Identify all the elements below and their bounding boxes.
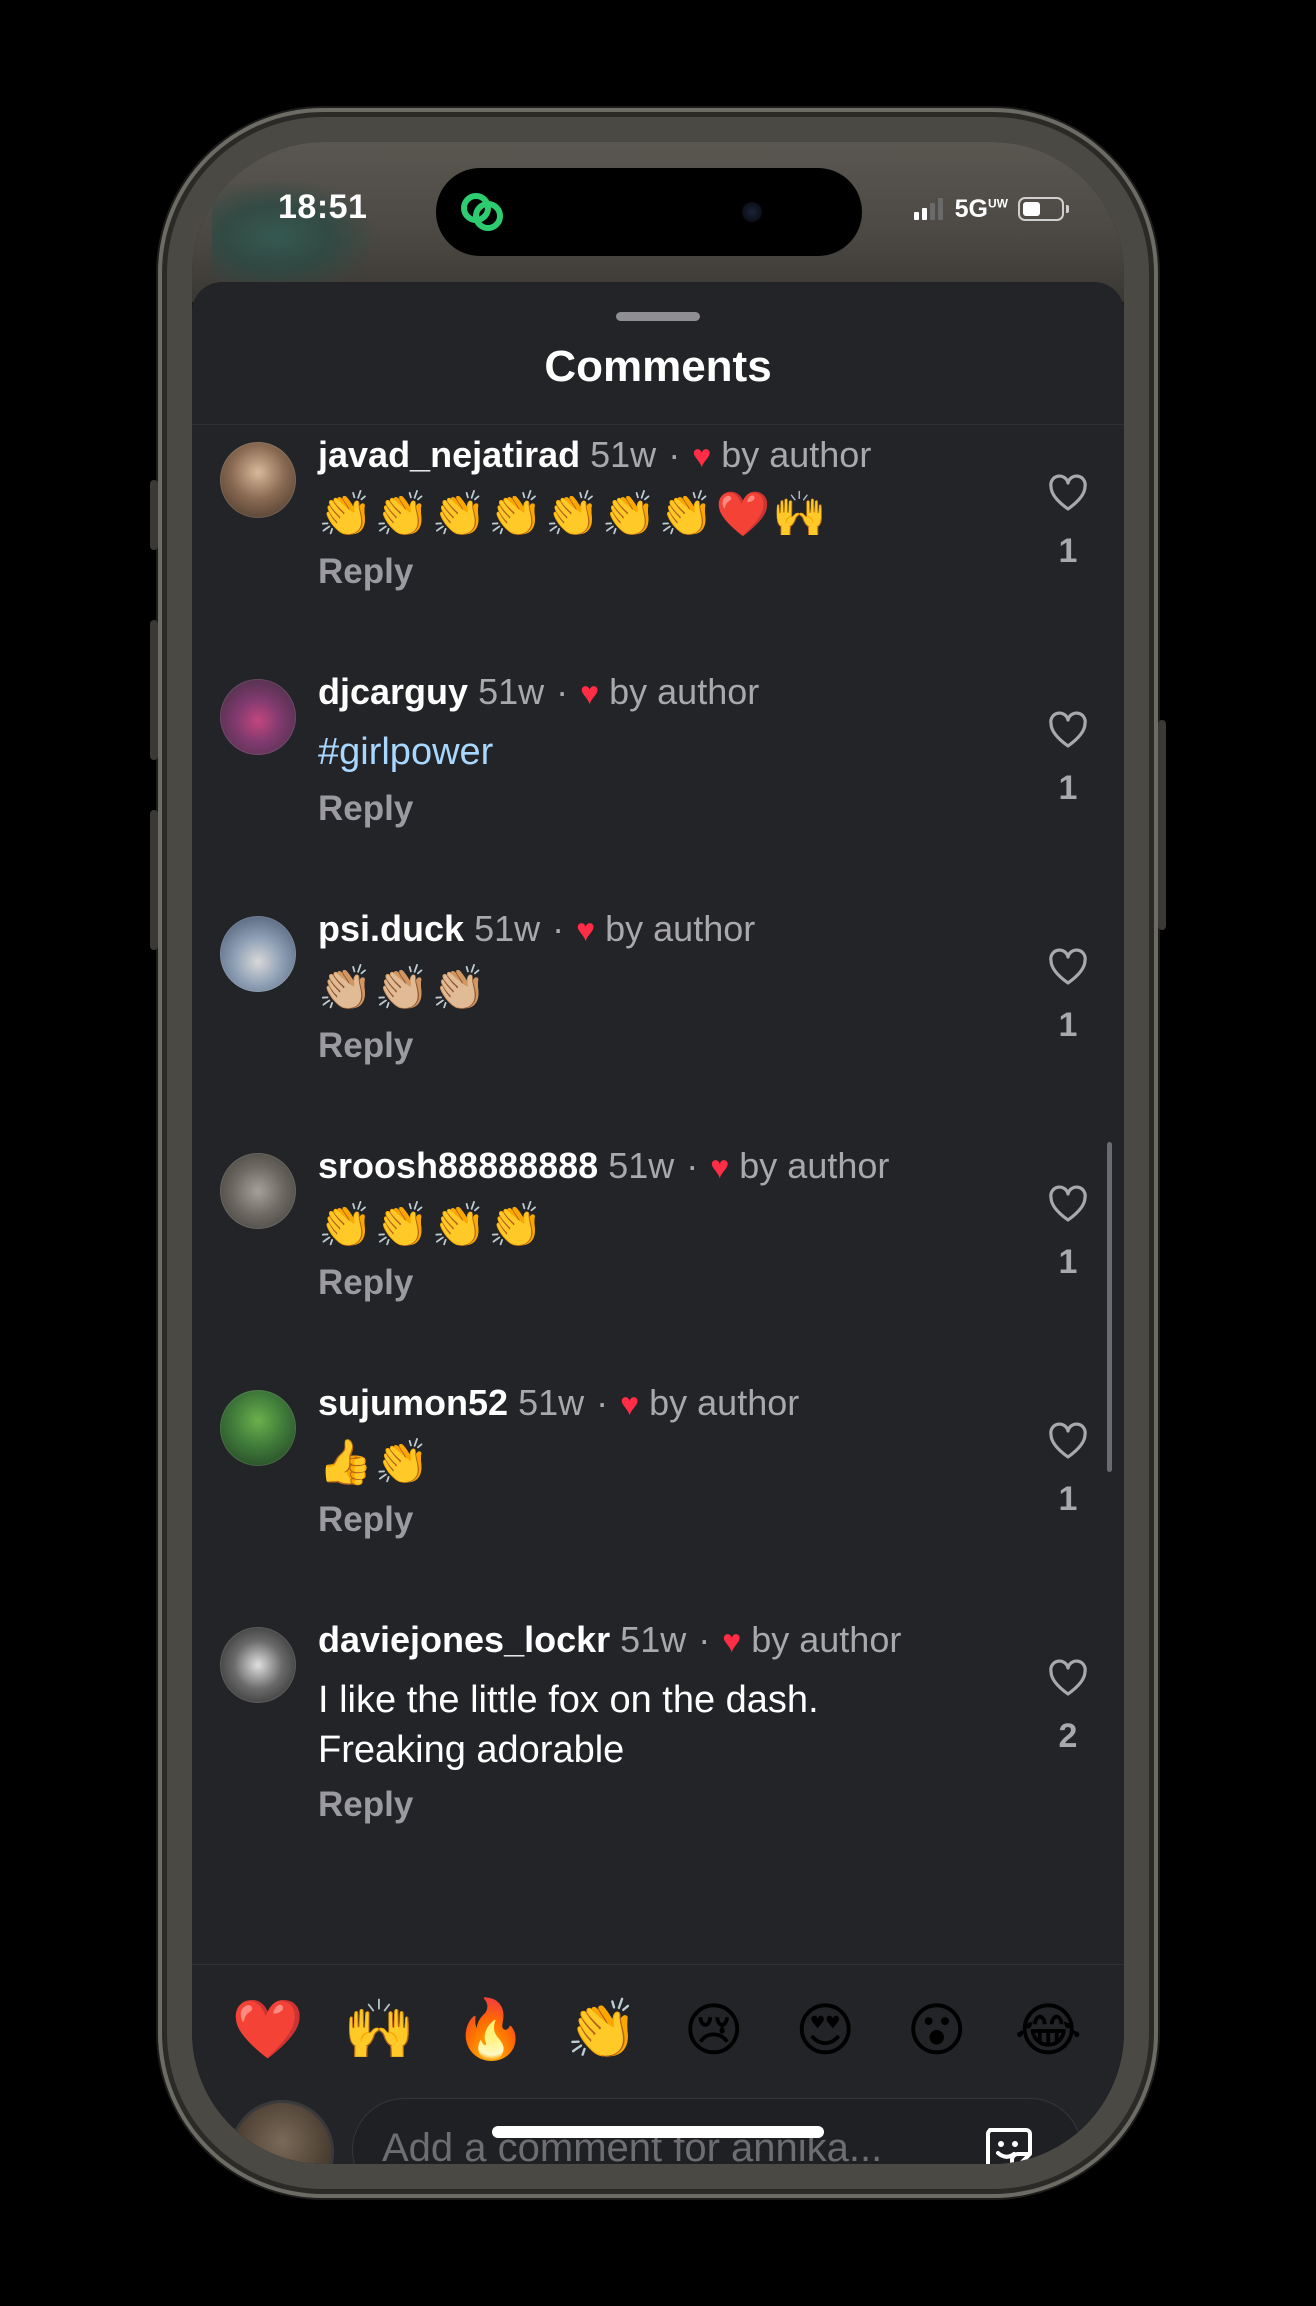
quick-reactions-bar: ❤️ 🙌 🔥 👏 😢 😍 😮 😂 (192, 1964, 1124, 2094)
quick-reaction-button[interactable]: 👏 (557, 1996, 647, 2064)
home-indicator[interactable] (492, 2126, 824, 2138)
commenter-avatar[interactable] (220, 1627, 296, 1703)
author-like-label: by author (721, 434, 872, 475)
quick-reaction-button[interactable]: 🙌 (334, 1996, 424, 2064)
comment-text: I like the little fox on the dash. Freak… (318, 1679, 819, 1771)
side-button-action (150, 480, 158, 550)
reply-button[interactable]: Reply (318, 1263, 413, 1303)
side-button-volume-up (150, 620, 158, 760)
comment-header: sujumon52 51w · ♥ by author (318, 1382, 800, 1423)
scrollbar[interactable] (1107, 1142, 1112, 1472)
heart-outline-icon[interactable] (1046, 709, 1090, 753)
like-count: 1 (1058, 532, 1078, 570)
like-count: 1 (1058, 1006, 1078, 1044)
heart-outline-icon[interactable] (1046, 1657, 1090, 1701)
author-heart-icon: ♥ (620, 1386, 640, 1422)
signal-icon (913, 198, 943, 220)
comment-header: djcarguy 51w · ♥ by author (318, 671, 760, 712)
title-divider (192, 424, 1124, 425)
author-heart-icon: ♥ (580, 675, 600, 711)
heart-outline-icon[interactable] (1046, 1183, 1090, 1227)
comment-age: 51w (474, 908, 541, 949)
commenter-avatar[interactable] (220, 679, 296, 755)
heart-outline-icon[interactable] (1046, 946, 1090, 990)
quick-reaction-button[interactable]: 😍 (780, 1996, 870, 2064)
comment-header: javad_nejatirad 51w · ♥ by author (318, 434, 872, 475)
comment-username[interactable]: psi.duck (318, 908, 464, 949)
quick-reaction-button[interactable]: ❤️ (223, 1996, 313, 2064)
comment-text: 👏🏼👏🏼👏🏼 (318, 964, 489, 1013)
threads-icon (461, 193, 503, 231)
like-count: 1 (1058, 769, 1078, 807)
quick-reaction-button[interactable]: 😮 (892, 1996, 982, 2064)
like-count: 1 (1058, 1243, 1078, 1281)
reply-button[interactable]: Reply (318, 1026, 413, 1066)
heart-outline-icon[interactable] (1046, 1420, 1090, 1464)
commenter-avatar[interactable] (220, 916, 296, 992)
side-button-volume-down (150, 810, 158, 950)
sticker-icon[interactable] (980, 2122, 1036, 2164)
status-time: 18:51 (278, 188, 368, 226)
comment-username[interactable]: sroosh88888888 (318, 1145, 598, 1186)
comment-age: 51w (478, 671, 545, 712)
quick-reaction-button[interactable]: 😢 (669, 1996, 759, 2064)
comment-text: 👍👏 (318, 1438, 432, 1487)
comment-text: 👏👏👏👏 (318, 1201, 546, 1250)
comment-item: javad_nejatirad 51w · ♥ by author 👏👏👏👏👏👏👏… (192, 426, 1124, 663)
author-like-label: by author (609, 671, 760, 712)
comment-header: sroosh88888888 51w · ♥ by author (318, 1145, 890, 1186)
comment-header: psi.duck 51w · ♥ by author (318, 908, 756, 949)
comment-age: 51w (590, 434, 657, 475)
comment-item: djcarguy 51w · ♥ by author #girlpower Repl… (192, 663, 1124, 900)
author-like-label: by author (605, 908, 756, 949)
commenter-avatar[interactable] (220, 1390, 296, 1466)
author-like-label: by author (739, 1145, 890, 1186)
comment-age: 51w (518, 1382, 585, 1423)
reply-button[interactable]: Reply (318, 552, 413, 592)
sheet-title: Comments (544, 342, 772, 391)
author-heart-icon: ♥ (710, 1149, 730, 1185)
comments-list[interactable]: javad_nejatirad 51w · ♥ by author 👏👏👏👏👏👏👏… (192, 426, 1124, 1966)
commenter-avatar[interactable] (220, 1153, 296, 1229)
comment-age: 51w (608, 1145, 675, 1186)
reply-button[interactable]: Reply (318, 1500, 413, 1540)
comment-text: 👏👏👏👏👏👏👏❤️🙌 (318, 490, 830, 539)
side-button-power (1158, 720, 1166, 930)
reply-button[interactable]: Reply (318, 1785, 413, 1825)
author-like-label: by author (649, 1382, 800, 1423)
comment-username[interactable]: javad_nejatirad (318, 434, 580, 475)
dynamic-island (436, 168, 862, 256)
front-camera (742, 202, 762, 222)
commenter-avatar[interactable] (220, 442, 296, 518)
phone-screen: 18:51 5GUW Comments javad_nejatirad 51w … (192, 142, 1124, 2164)
battery-icon (1018, 197, 1069, 221)
comment-username[interactable]: daviejones_lockr (318, 1619, 610, 1660)
status-indicators: 5GUW (913, 194, 1069, 224)
like-count: 2 (1058, 1717, 1078, 1755)
like-count: 1 (1058, 1480, 1078, 1518)
comment-username[interactable]: sujumon52 (318, 1382, 508, 1423)
comment-header: daviejones_lockr 51w · ♥ by author (318, 1619, 902, 1660)
network-type: 5GUW (954, 194, 1008, 223)
comment-item: psi.duck 51w · ♥ by author 👏🏼👏🏼👏🏼 Reply 1 (192, 900, 1124, 1137)
comment-item: sujumon52 51w · ♥ by author 👍👏 Reply 1 (192, 1374, 1124, 1611)
heart-outline-icon[interactable] (1046, 472, 1090, 516)
quick-reaction-button[interactable]: 🔥 (446, 1996, 536, 2064)
comment-item: sroosh88888888 51w · ♥ by author 👏👏👏👏 Repl… (192, 1137, 1124, 1374)
author-like-label: by author (751, 1619, 902, 1660)
comment-text[interactable]: #girlpower (318, 727, 974, 777)
author-heart-icon: ♥ (692, 438, 712, 474)
comment-username[interactable]: djcarguy (318, 671, 468, 712)
quick-reaction-button[interactable]: 😂 (1003, 1996, 1093, 2064)
comment-item: daviejones_lockr 51w · ♥ by author I like… (192, 1611, 1124, 1848)
reply-button[interactable]: Reply (318, 789, 413, 829)
comment-age: 51w (620, 1619, 687, 1660)
author-heart-icon: ♥ (576, 912, 596, 948)
sheet-grabber[interactable] (616, 312, 700, 321)
author-heart-icon: ♥ (722, 1623, 742, 1659)
